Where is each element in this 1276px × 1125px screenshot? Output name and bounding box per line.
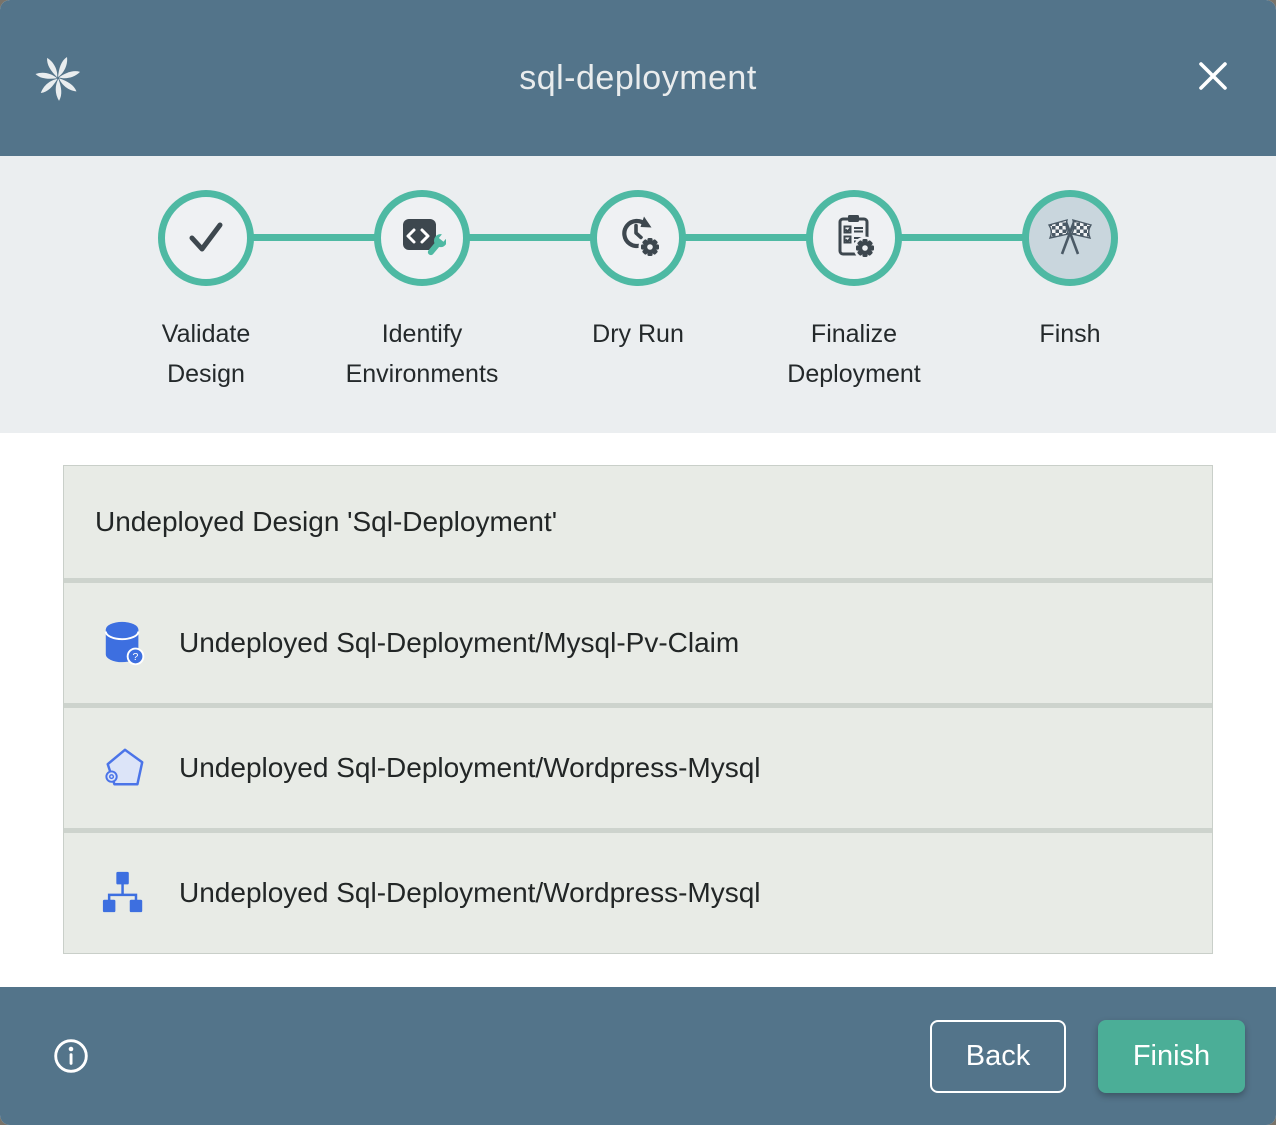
finish-button[interactable]: Finish	[1098, 1020, 1245, 1093]
step-label: Finsh	[1039, 314, 1100, 354]
wizard-stepper: Validate Design Ide	[0, 156, 1276, 433]
step-dry-run: Dry Run	[530, 190, 746, 433]
info-button[interactable]	[52, 1037, 90, 1075]
back-button[interactable]: Back	[930, 1020, 1066, 1093]
dialog-header: sql-deployment	[0, 0, 1276, 156]
step-label: Identify Environments	[340, 314, 505, 394]
step-finish: Finsh	[962, 190, 1178, 433]
step-circle	[158, 190, 254, 286]
result-row-wordpress-mysql-tree: Undeployed Sql-Deployment/Wordpress-Mysq…	[64, 833, 1212, 953]
step-label: Validate Design	[124, 314, 289, 394]
step-circle	[1022, 190, 1118, 286]
dialog-footer: Back Finish	[0, 987, 1276, 1125]
database-icon: ?	[101, 620, 147, 666]
deployment-results-card: Undeployed Design 'Sql-Deployment' ? Und…	[63, 465, 1213, 954]
pod-icon	[101, 745, 147, 791]
result-row-text: Undeployed Sql-Deployment/Wordpress-Mysq…	[179, 877, 761, 909]
step-label: Finalize Deployment	[772, 314, 937, 394]
check-icon	[182, 212, 230, 265]
step-validate-design: Validate Design	[98, 190, 314, 433]
clipboard-checklist-gear-icon	[830, 212, 878, 265]
result-row-text: Undeployed Sql-Deployment/Mysql-Pv-Claim	[179, 627, 739, 659]
code-window-wrench-icon	[398, 212, 446, 265]
close-button[interactable]	[1194, 58, 1232, 96]
results-title: Undeployed Design 'Sql-Deployment'	[95, 506, 557, 538]
sync-clock-gear-icon	[614, 212, 662, 265]
sql-deployment-wizard-dialog: sql-deployment Validate Design	[0, 0, 1276, 1125]
hierarchy-icon	[101, 870, 147, 916]
meshery-pinwheel-logo-icon	[33, 53, 83, 103]
step-circle	[806, 190, 902, 286]
dialog-content: Undeployed Design 'Sql-Deployment' ? Und…	[0, 433, 1276, 987]
result-row-text: Undeployed Sql-Deployment/Wordpress-Mysq…	[179, 752, 761, 784]
dialog-title: sql-deployment	[519, 59, 757, 98]
step-circle	[590, 190, 686, 286]
close-icon	[1194, 57, 1232, 98]
results-title-row: Undeployed Design 'Sql-Deployment'	[64, 466, 1212, 578]
svg-text:?: ?	[133, 651, 139, 663]
step-circle	[374, 190, 470, 286]
result-row-mysql-pv-claim: ? Undeployed Sql-Deployment/Mysql-Pv-Cla…	[64, 583, 1212, 703]
step-identify-environments: Identify Environments	[314, 190, 530, 433]
step-label: Dry Run	[592, 314, 684, 354]
info-icon	[52, 1063, 90, 1078]
result-row-wordpress-mysql-pod: Undeployed Sql-Deployment/Wordpress-Mysq…	[64, 708, 1212, 828]
checkered-flags-icon	[1045, 212, 1095, 265]
step-finalize-deployment: Finalize Deployment	[746, 190, 962, 433]
